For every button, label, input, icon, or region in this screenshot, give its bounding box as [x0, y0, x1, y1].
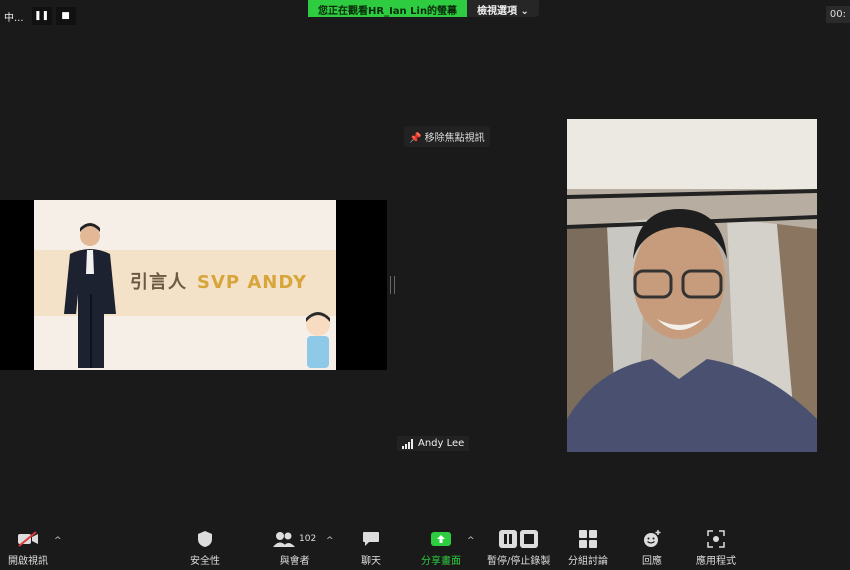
shared-screen: 引言人 SVP ANDY	[0, 200, 387, 370]
participants-button[interactable]: 102 與會者	[273, 528, 316, 567]
apps-icon	[707, 528, 725, 550]
security-label: 安全性	[190, 556, 220, 567]
pause-recording-button[interactable]: ❚❚	[31, 7, 52, 25]
video-options-caret[interactable]: ^	[54, 536, 62, 546]
smiley-plus-icon	[642, 528, 662, 550]
stop-recording-button[interactable]: ■	[55, 7, 76, 25]
pause-stop-icon	[498, 528, 539, 550]
participants-options-caret[interactable]: ^	[326, 536, 334, 546]
recording-indicator: 中... ❚❚ ■	[0, 6, 76, 26]
meeting-toolbar: 開啟視訊 ^ 安全性 102 與會者 ^ 聊天 分享畫面 ^ 暫停/停止錄製 分…	[0, 528, 850, 570]
view-options-button[interactable]: 檢視選項 ⌄	[467, 0, 539, 17]
apps-label: 應用程式	[696, 556, 736, 567]
chat-icon	[362, 528, 380, 550]
speaker-photo	[64, 223, 116, 368]
cartoon-boy-illustration	[306, 312, 330, 368]
meeting-timer: 00:	[825, 6, 850, 23]
breakout-rooms-label: 分組討論	[568, 556, 608, 567]
slide-title-prefix: 引言人	[130, 272, 187, 293]
slide-title: 引言人 SVP ANDY	[130, 268, 307, 294]
participant-name-tag: Andy Lee	[397, 436, 470, 451]
breakout-rooms-icon	[579, 528, 597, 550]
share-options-caret[interactable]: ^	[467, 536, 475, 546]
participants-count: 102	[299, 534, 317, 544]
slide-title-name: SVP ANDY	[197, 272, 308, 293]
unpin-label: 移除焦點視訊	[424, 133, 485, 144]
shield-icon	[197, 528, 213, 550]
viewing-screen-label: 您正在觀看HR_Ian Lin的螢幕	[308, 0, 468, 17]
participant-video	[567, 119, 817, 452]
participant-name: Andy Lee	[418, 438, 465, 449]
security-button[interactable]: 安全性	[190, 528, 220, 567]
share-screen-button[interactable]: 分享畫面	[421, 528, 461, 567]
start-video-label: 開啟視訊	[8, 556, 48, 567]
participant-video-frame	[567, 119, 817, 452]
start-video-button[interactable]: 開啟視訊	[8, 528, 48, 567]
recording-label: 中...	[4, 12, 24, 24]
presentation-slide: 引言人 SVP ANDY	[34, 200, 336, 370]
unpin-video-button[interactable]: 📌 移除焦點視訊	[404, 126, 490, 147]
breakout-rooms-button[interactable]: 分組討論	[568, 528, 608, 567]
video-off-icon	[17, 528, 39, 550]
panel-resize-handle[interactable]	[390, 276, 395, 294]
pause-stop-recording-button[interactable]: 暫停/停止錄製	[487, 528, 550, 567]
chat-label: 聊天	[361, 556, 381, 567]
signal-strength-icon	[402, 438, 413, 449]
share-screen-label: 分享畫面	[421, 556, 461, 567]
view-options-label: 檢視選項	[477, 6, 518, 17]
participants-label: 與會者	[279, 556, 310, 567]
participants-icon: 102	[273, 528, 316, 550]
reactions-label: 回應	[642, 556, 662, 567]
pin-icon: 📌	[409, 133, 422, 144]
chat-button[interactable]: 聊天	[361, 528, 381, 567]
reactions-button[interactable]: 回應	[642, 528, 662, 567]
share-screen-icon	[431, 528, 451, 550]
screen-share-banner: 您正在觀看HR_Ian Lin的螢幕 檢視選項 ⌄	[308, 0, 539, 17]
pause-stop-recording-label: 暫停/停止錄製	[487, 556, 551, 567]
apps-button[interactable]: 應用程式	[696, 528, 736, 567]
chevron-down-icon: ⌄	[520, 6, 529, 17]
